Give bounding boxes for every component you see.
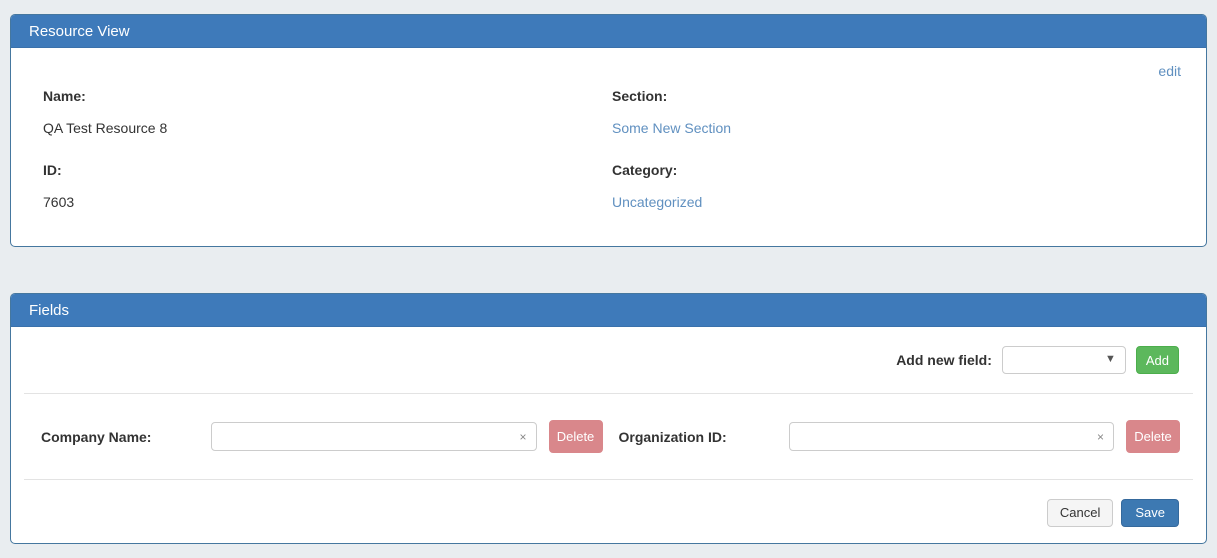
actions-row: Cancel Save [11,480,1206,544]
resource-details-right-column: Section: Some New Section Category: Unca… [612,88,1181,236]
fields-header: Fields [11,294,1206,327]
organization-id-label: Organization ID: [619,429,789,445]
fields-title: Fields [29,302,69,319]
resource-view-title: Resource View [29,23,130,40]
resource-view-panel: Resource View edit Name: QA Test Resourc… [10,14,1207,247]
company-name-input-wrap: × [211,422,537,451]
category-link[interactable]: Uncategorized [612,194,702,210]
company-name-input[interactable] [211,422,537,451]
field-select[interactable]: ▼ [1002,346,1126,374]
resource-view-body: edit Name: QA Test Resource 8 ID: 7603 S… [11,48,1206,247]
section-label: Section: [612,88,1181,104]
company-name-field-group: Company Name: × Delete [41,420,603,453]
add-button[interactable]: Add [1136,346,1179,374]
fields-body: Add new field: ▼ Add Company Name: × Del… [11,327,1206,544]
id-label: ID: [43,162,612,178]
company-name-label: Company Name: [41,429,211,445]
chevron-down-icon: ▼ [1105,354,1116,365]
section-link[interactable]: Some New Section [612,120,731,136]
edit-link[interactable]: edit [1158,63,1181,79]
resource-details: Name: QA Test Resource 8 ID: 7603 Sectio… [43,88,1181,236]
delete-organization-id-button[interactable]: Delete [1126,420,1180,453]
save-button[interactable]: Save [1121,499,1179,527]
fields-panel: Fields Add new field: ▼ Add Company Name… [10,293,1207,544]
delete-company-name-button[interactable]: Delete [549,420,603,453]
organization-id-input-wrap: × [789,422,1115,451]
category-label: Category: [612,162,1181,178]
id-value: 7603 [43,194,612,210]
add-field-row: Add new field: ▼ Add [11,327,1206,393]
cancel-button[interactable]: Cancel [1047,499,1113,527]
clear-icon[interactable]: × [519,431,526,443]
clear-icon[interactable]: × [1097,431,1104,443]
field-values-row: Company Name: × Delete Organization ID: … [11,394,1206,479]
name-label: Name: [43,88,612,104]
page: Resource View edit Name: QA Test Resourc… [0,0,1217,558]
organization-id-field-group: Organization ID: × Delete [619,420,1181,453]
name-value: QA Test Resource 8 [43,120,612,136]
add-new-field-label: Add new field: [896,352,992,368]
organization-id-input[interactable] [789,422,1115,451]
resource-view-header: Resource View [11,15,1206,48]
edit-row: edit [43,62,1181,80]
resource-details-left-column: Name: QA Test Resource 8 ID: 7603 [43,88,612,236]
